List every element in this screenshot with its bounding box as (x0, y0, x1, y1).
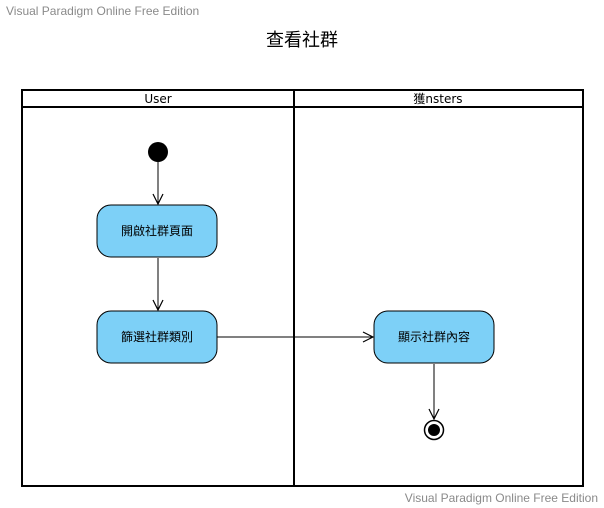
action-show-community-content-label: 顯示社群內容 (398, 329, 470, 344)
lane-header-user: User (144, 92, 171, 106)
activity-diagram: User 獲nsters 開啟社群頁面 篩選社群類別 顯示社群內容 (21, 89, 584, 487)
lane-header-system: 獲nsters (413, 92, 462, 106)
final-node-dot (428, 424, 440, 436)
action-open-community-page-label: 開啟社群頁面 (121, 223, 193, 238)
watermark-bottom: Visual Paradigm Online Free Edition (404, 491, 598, 505)
swimlane-frame (21, 89, 584, 487)
action-filter-community-category-label: 篩選社群類別 (121, 329, 193, 344)
initial-node (148, 142, 168, 162)
